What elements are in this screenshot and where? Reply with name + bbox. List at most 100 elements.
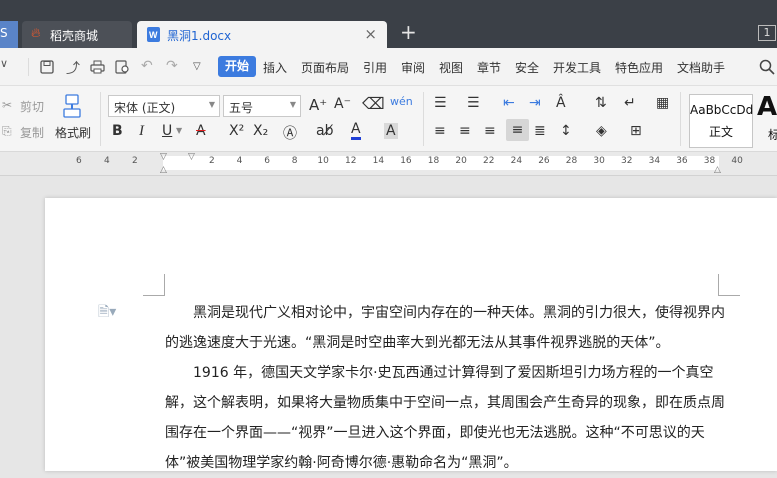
distribute-button[interactable]: ≣ (534, 123, 546, 139)
flame-icon: 🔥︎ (31, 26, 41, 41)
window-count-badge[interactable]: 1 (758, 25, 776, 41)
margin-corner (143, 274, 165, 296)
export-icon[interactable]: ⤴ (66, 58, 80, 78)
ruler-number: 20 (455, 156, 467, 166)
line-break-icon[interactable]: ↵ (624, 95, 636, 111)
clear-format-icon[interactable]: ⌫ (362, 94, 385, 113)
font-size-select[interactable]: 五号 ▼ (223, 95, 301, 117)
print-icon[interactable] (90, 60, 105, 74)
menu-special-apps[interactable]: 特色应用 (615, 59, 663, 76)
svg-text:W: W (149, 30, 158, 40)
copy-label[interactable]: 复制 (20, 124, 44, 141)
bold-button[interactable]: B (112, 123, 123, 139)
font-color-button[interactable]: A (351, 121, 361, 140)
menu-security[interactable]: 安全 (515, 59, 539, 76)
menu-developer[interactable]: 开发工具 (553, 59, 601, 76)
close-icon[interactable]: × (364, 25, 377, 43)
ruler-text-area (163, 156, 719, 170)
ruler-number: 12 (345, 156, 357, 166)
menu-references[interactable]: 引用 (363, 59, 387, 76)
customize-arrow-icon[interactable]: ▽ (193, 61, 201, 72)
ruler-number: 36 (676, 156, 688, 166)
ruler-number: 10 (317, 156, 329, 166)
title-bar: S 🔥︎ 稻壳商城 W 黑洞1.docx × + 1 (0, 0, 777, 48)
right-indent-icon[interactable]: △ (714, 165, 721, 175)
highlight-icon[interactable]: ab̸ (316, 123, 333, 139)
shrink-font-icon[interactable]: A⁻ (334, 96, 351, 112)
format-painter-icon[interactable] (61, 94, 83, 118)
ribbon-toolbar: ✂ 剪切 ⎘ 复制 格式刷 宋体 (正文) ▼ 五号 ▼ A⁺ A⁻ ⌫ wén… (0, 86, 777, 152)
chevron-down-icon[interactable]: ▼ (176, 126, 182, 135)
change-case-icon[interactable]: Â (556, 95, 566, 111)
style-normal-preview: AaBbCcDd (690, 103, 754, 117)
menu-doc-assistant[interactable]: 文档助手 (677, 59, 725, 76)
superscript-button[interactable]: X² (229, 123, 244, 139)
sort-icon[interactable]: ⇅ (595, 95, 607, 111)
decrease-indent-icon[interactable]: ⇤ (503, 95, 515, 111)
italic-button[interactable]: I (139, 123, 144, 140)
style-heading-label[interactable]: 标 (768, 126, 777, 143)
document-line: 解，这个解表明，如果将大量物质集中于空间一点，其周围会产生奇异的现象，即在质点周 (165, 395, 725, 411)
style-normal-label: 正文 (708, 125, 733, 139)
paragraph-shading-icon[interactable]: ◈ (596, 123, 607, 139)
menu-start-tab[interactable]: 开始 (218, 56, 256, 77)
tab-store-label: 稻壳商城 (50, 29, 99, 43)
ruler-number: 22 (483, 156, 495, 166)
ruler-number: 2 (209, 156, 215, 166)
paragraph-icon[interactable]: 🗎︎▾ (98, 301, 116, 325)
table-layout-icon[interactable]: ▦ (656, 95, 669, 111)
underline-button[interactable]: U (162, 123, 172, 139)
first-line-indent-icon[interactable]: ▽ (188, 152, 195, 162)
increase-indent-icon[interactable]: ⇥ (529, 95, 541, 111)
align-right-button[interactable]: ≡ (484, 123, 496, 139)
ruler-number: 26 (538, 156, 550, 166)
ruler-number: 24 (510, 156, 523, 166)
style-normal[interactable]: AaBbCcDd 正文 (689, 94, 753, 148)
menu-bar: ∨ ⤴ ↶ ↷ ▽ 开始 插入 页面布局 引用 审阅 视图 章节 安全 开发工具… (0, 48, 777, 86)
phonetic-guide-icon[interactable]: wén (390, 95, 413, 108)
document-page[interactable]: 🗎︎▾ 黑洞是现代广义相对论中，宇宙空间内存在的一种天体。黑洞的引力很大，使得视… (45, 198, 777, 471)
char-shading-button[interactable]: A (384, 123, 398, 139)
undo-icon[interactable]: ↶ (141, 58, 153, 74)
menu-review[interactable]: 审阅 (401, 59, 425, 76)
redo-icon[interactable]: ↷ (166, 58, 178, 74)
indent-marker-icon[interactable]: ▽ (160, 152, 167, 162)
numbered-list-icon[interactable]: ☰ (467, 95, 480, 111)
grow-font-icon[interactable]: A⁺ (309, 96, 327, 114)
justify-button[interactable]: ≡ (506, 119, 529, 141)
menu-insert[interactable]: 插入 (263, 59, 287, 76)
print-preview-icon[interactable] (115, 60, 130, 74)
style-heading-preview[interactable]: Aa (757, 92, 777, 122)
cut-icon[interactable]: ✂ (2, 98, 12, 112)
indent-marker-icon[interactable]: △ (160, 165, 167, 175)
font-family-select[interactable]: 宋体 (正文) ▼ (108, 95, 220, 117)
menu-arrow-icon[interactable]: ∨ (0, 57, 8, 70)
copy-icon[interactable]: ⎘ (2, 124, 12, 139)
text-effect-icon[interactable]: Ⓐ (283, 123, 297, 143)
align-center-button[interactable]: ≡ (459, 123, 471, 139)
line-spacing-icon[interactable]: ↕ (560, 123, 572, 139)
format-painter-label[interactable]: 格式刷 (55, 124, 91, 141)
tab-partial[interactable]: S (0, 21, 18, 48)
new-tab-button[interactable]: + (400, 20, 417, 44)
save-icon[interactable] (40, 60, 54, 74)
menu-page-layout[interactable]: 页面布局 (301, 59, 349, 76)
subscript-button[interactable]: X₂ (253, 123, 268, 139)
cut-label[interactable]: 剪切 (20, 98, 44, 115)
align-left-button[interactable]: ≡ (434, 123, 446, 139)
bullet-list-icon[interactable]: ☰ (434, 95, 447, 111)
strikethrough-button[interactable]: A (196, 123, 206, 139)
divider (423, 92, 424, 146)
document-body[interactable]: 黑洞是现代广义相对论中，宇宙空间内存在的一种天体。黑洞的引力很大，使得视界内 的… (165, 298, 725, 478)
menu-chapter[interactable]: 章节 (477, 59, 501, 76)
document-line: 黑洞是现代广义相对论中，宇宙空间内存在的一种天体。黑洞的引力很大，使得视界内 (165, 305, 725, 321)
borders-icon[interactable]: ⊞ (630, 123, 642, 139)
tab-document[interactable]: W 黑洞1.docx × (137, 21, 387, 48)
ruler-number: 18 (427, 156, 440, 166)
document-canvas[interactable]: 🗎︎▾ 黑洞是现代广义相对论中，宇宙空间内存在的一种天体。黑洞的引力很大，使得视… (0, 176, 777, 471)
tab-daoke-store[interactable]: 🔥︎ 稻壳商城 (22, 21, 132, 48)
search-icon[interactable] (759, 59, 775, 75)
ruler-number: 32 (621, 156, 633, 166)
horizontal-ruler[interactable]: 6 4 2 ▽ △ ▽ △ 2 4 6 8 10 12 14 16 18 20 22 24 26 28 30… (0, 152, 777, 176)
menu-view[interactable]: 视图 (439, 59, 463, 76)
